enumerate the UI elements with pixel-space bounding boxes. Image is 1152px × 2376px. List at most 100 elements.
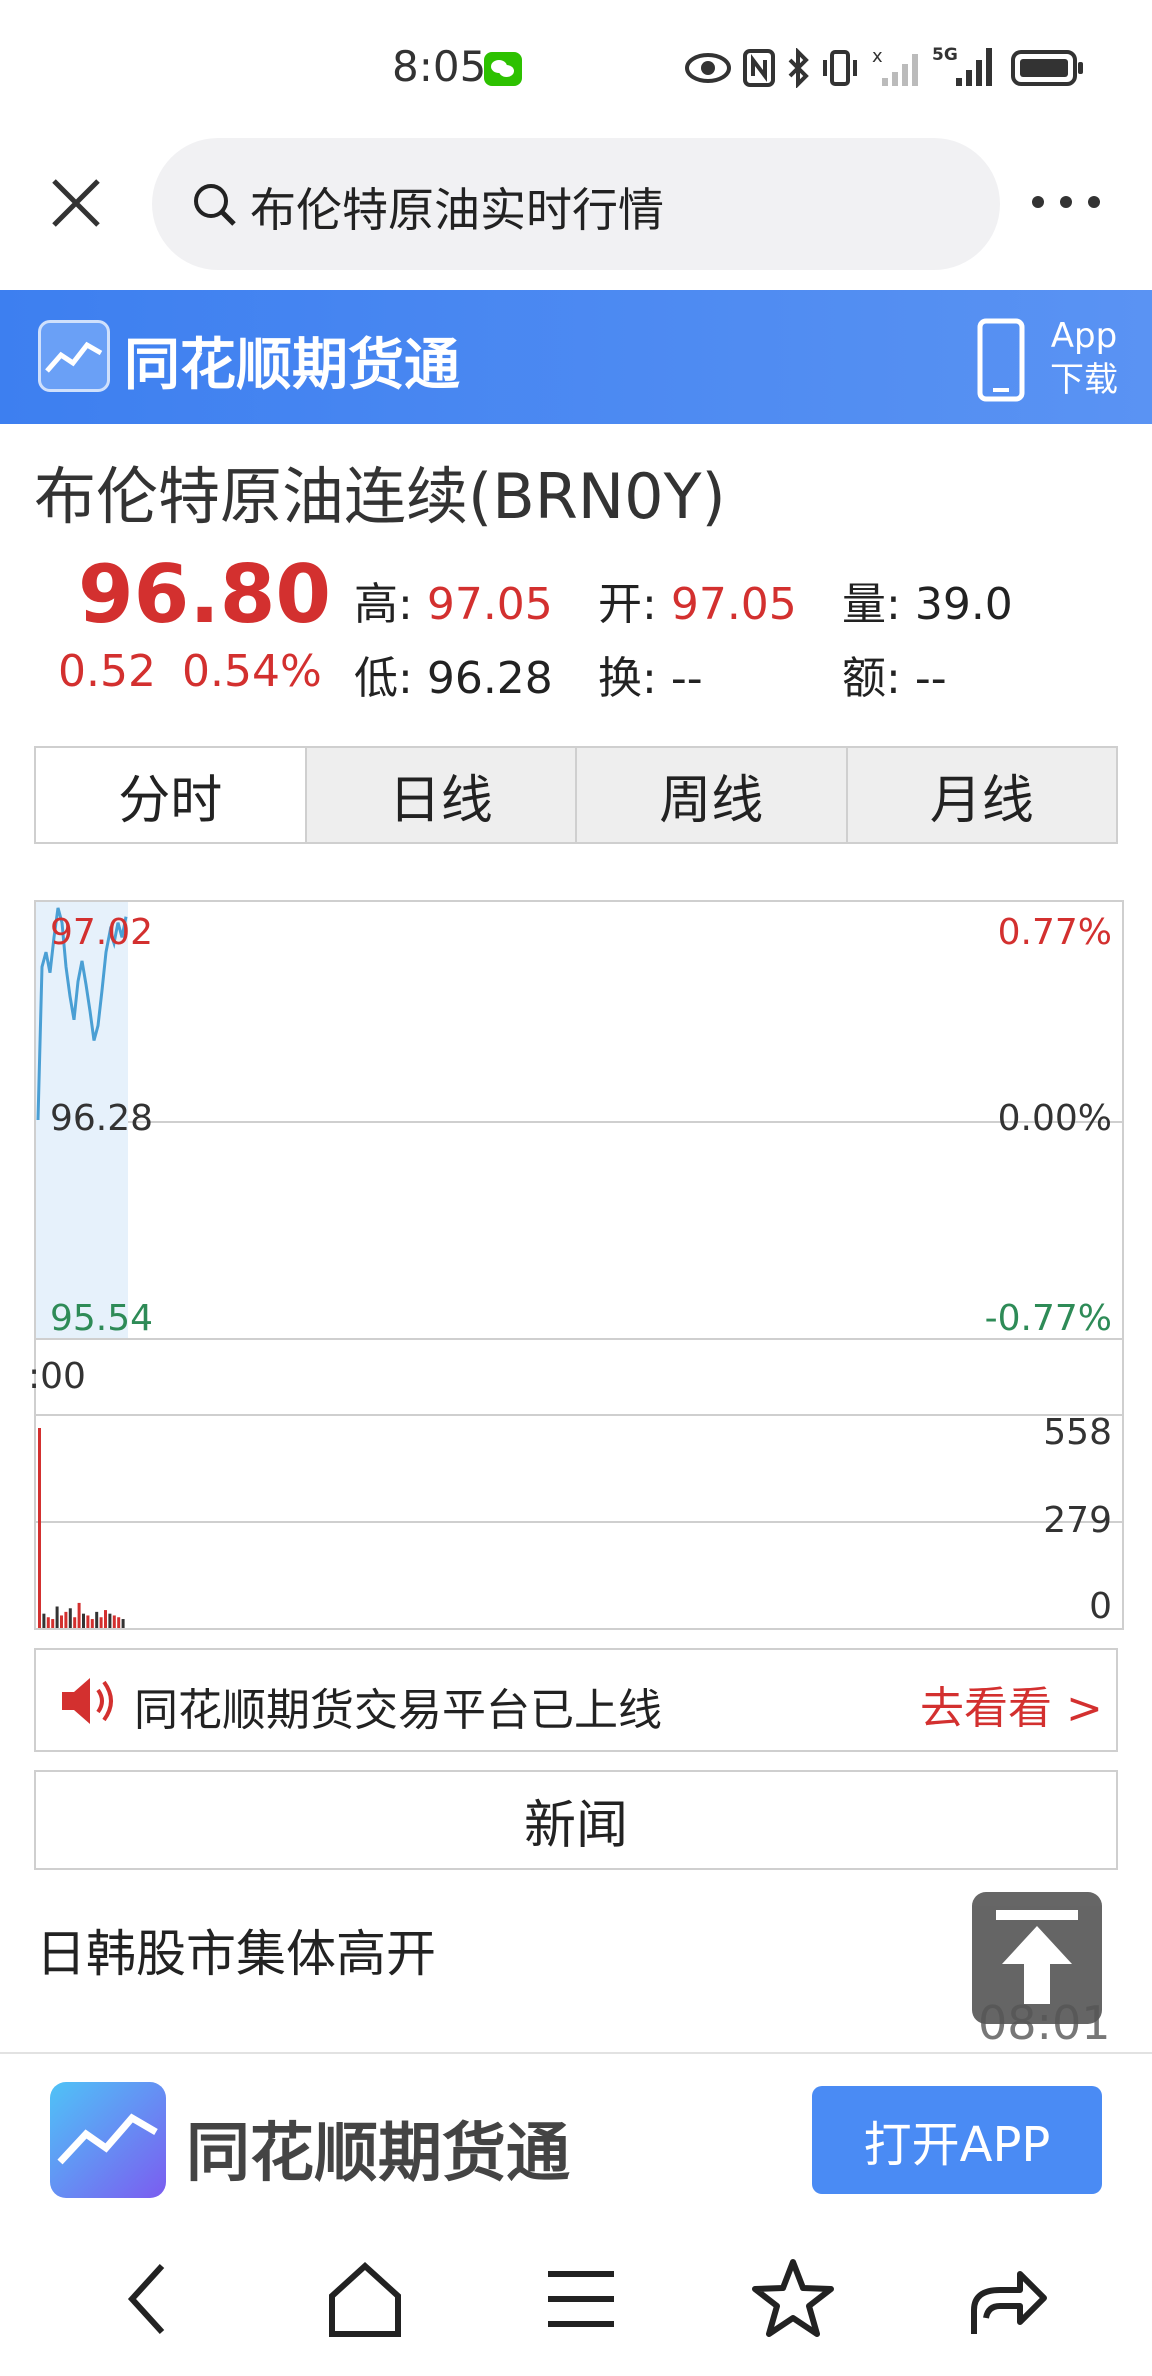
scroll-to-top-button[interactable] <box>972 1892 1102 2024</box>
volume-bar <box>64 1611 68 1628</box>
app-logo-icon <box>38 320 110 392</box>
app-download-button[interactable]: App 下载 <box>976 314 1126 404</box>
last-price: 96.80 <box>78 548 332 641</box>
bluetooth-icon <box>788 48 809 88</box>
amount-stat: 额: -- <box>842 642 947 706</box>
app-logo-icon <box>50 2082 166 2198</box>
turnover-value: -- <box>670 653 703 704</box>
time-axis: :00 <box>28 1340 1124 1416</box>
search-icon <box>194 184 236 226</box>
promo-go-link[interactable]: 去看看 > <box>920 1672 1103 1736</box>
pct-bottom-label: -0.77% <box>984 1298 1112 1339</box>
volume-bar <box>73 1617 77 1628</box>
news-section-header[interactable]: 新闻 <box>34 1770 1118 1870</box>
tab-monthly[interactable]: 月线 <box>845 748 1116 842</box>
volume-bar <box>121 1619 125 1628</box>
volume-bar <box>99 1617 103 1628</box>
volume-bar <box>77 1602 81 1628</box>
price-chart-svg <box>36 902 1122 1338</box>
volume-top-label: 558 <box>1043 1412 1112 1453</box>
volume-bottom-label: 0 <box>1089 1586 1112 1627</box>
volume-bar <box>90 1619 94 1628</box>
app-bar-title: 同花顺期货通 <box>186 2117 570 2191</box>
open-app-button[interactable]: 打开APP <box>812 2086 1102 2194</box>
volume-chart[interactable]: 558 279 0 <box>34 1412 1124 1630</box>
open-app-bar: 同花顺期货通 打开APP <box>0 2052 1152 2218</box>
tab-daily[interactable]: 日线 <box>304 748 575 842</box>
y-bottom-label: 95.54 <box>50 1298 154 1339</box>
volume-mid-label: 279 <box>1043 1500 1112 1541</box>
vibrate-icon <box>823 50 857 86</box>
promo-text: 同花顺期货交易平台已上线 <box>134 1685 662 1736</box>
volume-bar <box>55 1606 59 1628</box>
volume-bar <box>42 1613 46 1628</box>
battery-icon <box>1011 50 1083 86</box>
app-banner[interactable]: 同花顺期货通 App 下载 <box>0 290 1152 424</box>
eye-icon <box>685 53 731 83</box>
volume-chart-svg <box>36 1428 1122 1628</box>
amount-label: 额: <box>842 653 901 704</box>
banner-title: 同花顺期货通 <box>124 333 460 398</box>
turnover-stat: 换: -- <box>598 642 703 706</box>
high-value: 97.05 <box>426 579 553 630</box>
volume-bar <box>112 1615 116 1628</box>
volume-bar <box>46 1617 50 1628</box>
volume-value: 39.0 <box>914 579 1013 630</box>
volume-bar <box>51 1619 55 1628</box>
home-icon[interactable] <box>320 2254 410 2344</box>
volume-bar <box>82 1613 85 1628</box>
pct-top-label: 0.77% <box>997 912 1112 953</box>
tab-intraday[interactable]: 分时 <box>36 748 305 842</box>
volume-stat: 量: 39.0 <box>842 568 1013 632</box>
volume-bar <box>60 1615 63 1628</box>
amount-value: -- <box>914 653 947 704</box>
open-stat: 开: 97.05 <box>598 568 797 632</box>
status-time: 8:05 <box>392 42 487 91</box>
high-label: 高: <box>354 579 413 630</box>
menu-icon[interactable] <box>536 2254 626 2344</box>
turnover-label: 换: <box>598 653 657 704</box>
low-label: 低: <box>354 653 413 704</box>
speaker-icon <box>62 1678 113 1724</box>
intraday-chart[interactable]: 97.02 96.28 95.54 0.77% 0.00% -0.77% <box>34 900 1124 1340</box>
wechat-icon <box>484 52 522 86</box>
more-options-button[interactable] <box>1030 192 1102 212</box>
phone-icon <box>977 318 1025 402</box>
share-icon[interactable] <box>960 2254 1050 2344</box>
price-change-percent: 0.54% <box>182 646 322 697</box>
back-icon[interactable] <box>104 2254 194 2344</box>
svg-text:x: x <box>872 46 883 67</box>
status-bar: 8:05 x 5G <box>0 0 1152 130</box>
low-value: 96.28 <box>426 653 553 704</box>
nfc-icon <box>743 49 775 87</box>
svg-text:5G: 5G <box>932 45 958 65</box>
volume-bar <box>95 1611 99 1628</box>
arrow-up-icon <box>996 1910 1078 2004</box>
pct-mid-label: 0.00% <box>997 1098 1112 1139</box>
app-download-label-line2: 下载 <box>1050 360 1118 400</box>
close-button[interactable] <box>48 175 104 231</box>
volume-bar <box>117 1617 121 1628</box>
volume-label: 量: <box>842 579 901 630</box>
tab-weekly[interactable]: 周线 <box>575 748 846 842</box>
y-mid-label: 96.28 <box>50 1098 154 1139</box>
price-change: 0.52 <box>58 646 156 697</box>
chart-period-tabs: 分时 日线 周线 月线 <box>34 746 1118 844</box>
signal-icon: x <box>872 46 918 86</box>
volume-bar <box>68 1608 72 1628</box>
search-bar[interactable]: 布伦特原油实时行情 <box>152 138 1000 270</box>
y-top-label: 97.02 <box>50 912 154 953</box>
trading-platform-promo[interactable]: 同花顺期货交易平台已上线 去看看 > <box>34 1648 1118 1752</box>
search-query: 布伦特原油实时行情 <box>250 183 664 237</box>
volume-bar <box>86 1615 90 1628</box>
browser-nav-bar <box>0 2216 1152 2376</box>
low-stat: 低: 96.28 <box>354 642 553 706</box>
open-label: 开: <box>598 579 657 630</box>
volume-bar <box>38 1428 41 1628</box>
news-item-title[interactable]: 日韩股市集体高开 <box>36 1914 436 1986</box>
open-value: 97.05 <box>670 579 797 630</box>
star-icon[interactable] <box>748 2254 838 2344</box>
x-start-label: :00 <box>28 1356 86 1397</box>
app-download-label-line1: App <box>1050 316 1118 356</box>
5g-signal-icon: 5G <box>932 45 992 86</box>
